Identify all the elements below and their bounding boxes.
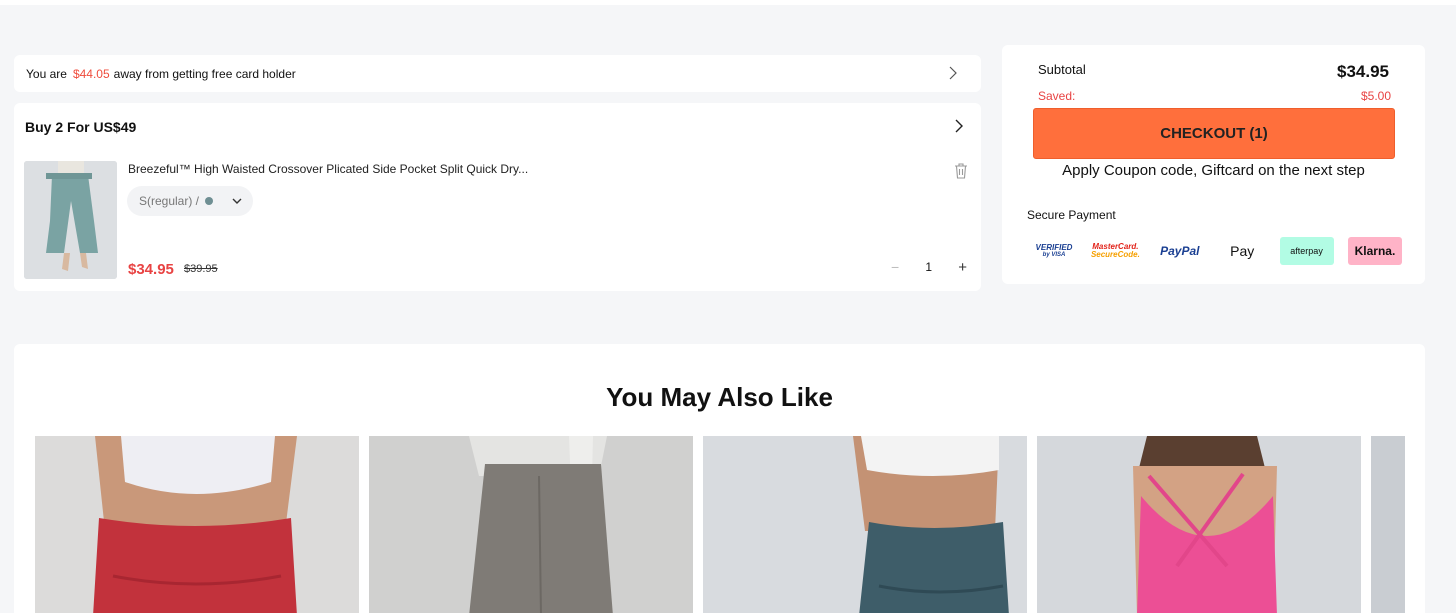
subtotal-value: $34.95 — [1337, 62, 1389, 81]
product-image — [35, 436, 359, 613]
recommendations-title: You May Also Like — [606, 382, 833, 412]
product-card[interactable] — [35, 436, 359, 613]
trash-icon[interactable] — [953, 162, 969, 180]
chevron-right-icon[interactable] — [953, 119, 965, 133]
free-gift-banner[interactable]: You are $44.05 away from getting free ca… — [14, 55, 981, 92]
chevron-right-icon[interactable] — [947, 66, 959, 80]
mastercard-securecode-icon: MasterCard. SecureCode. — [1090, 242, 1140, 259]
product-card[interactable] — [1037, 436, 1361, 613]
quantity-value: 1 — [925, 260, 933, 274]
checkout-button[interactable]: CHECKOUT (1) — [1033, 108, 1395, 159]
chevron-down-icon — [232, 198, 242, 204]
recommendations-section: You May Also Like — [14, 344, 1425, 613]
secure-payment-label: Secure Payment — [1027, 208, 1116, 222]
subtotal-label: Subtotal — [1038, 62, 1086, 77]
product-card[interactable] — [703, 436, 1027, 613]
promo-title[interactable]: Buy 2 For US$49 — [25, 119, 136, 135]
verified-by-visa-icon: VERIFIED by VISA — [1035, 243, 1073, 259]
product-name[interactable]: Breezeful™ High Waisted Crossover Plicat… — [128, 162, 528, 176]
sale-price: $34.95 — [128, 261, 174, 278]
saved-value: $5.00 — [1360, 89, 1391, 103]
klarna-icon: Klarna. — [1347, 237, 1402, 265]
product-image — [369, 436, 693, 613]
product-image — [24, 161, 117, 279]
product-card[interactable] — [369, 436, 693, 613]
product-card[interactable] — [1371, 436, 1405, 613]
cart-group: Buy 2 For US$49 Breezeful™ High Waisted … — [14, 103, 981, 291]
product-image — [703, 436, 1027, 613]
payment-methods: VERIFIED by VISA MasterCard. SecureCode. P… — [1032, 237, 1402, 265]
order-summary: Subtotal $34.95 Saved: $5.00 CHECKOUT (1… — [1002, 45, 1425, 284]
quantity-stepper[interactable]: − 1 + — [891, 257, 967, 277]
banner-amount: $44.05 — [72, 66, 110, 81]
banner-suffix: away from getting free card holder — [113, 66, 296, 81]
decrease-quantity-button[interactable]: − — [891, 259, 899, 275]
banner-prefix: You are — [26, 66, 67, 81]
top-bar — [0, 0, 1456, 5]
paypal-icon: PayPal — [1160, 244, 1200, 258]
variant-label: S(regular) / — [139, 194, 200, 208]
color-swatch — [205, 197, 214, 205]
product-thumbnail[interactable] — [24, 161, 117, 279]
apple-pay-icon: Pay — [1230, 243, 1255, 259]
saved-label: Saved: — [1038, 89, 1076, 103]
coupon-note: Apply Coupon code, Giftcard on the next … — [1062, 162, 1365, 179]
original-price: $39.95 — [184, 263, 218, 275]
variant-selector[interactable]: S(regular) / — [127, 186, 253, 216]
afterpay-icon: afterpay — [1279, 237, 1334, 265]
increase-quantity-button[interactable]: + — [958, 259, 967, 276]
product-image — [1037, 436, 1361, 613]
